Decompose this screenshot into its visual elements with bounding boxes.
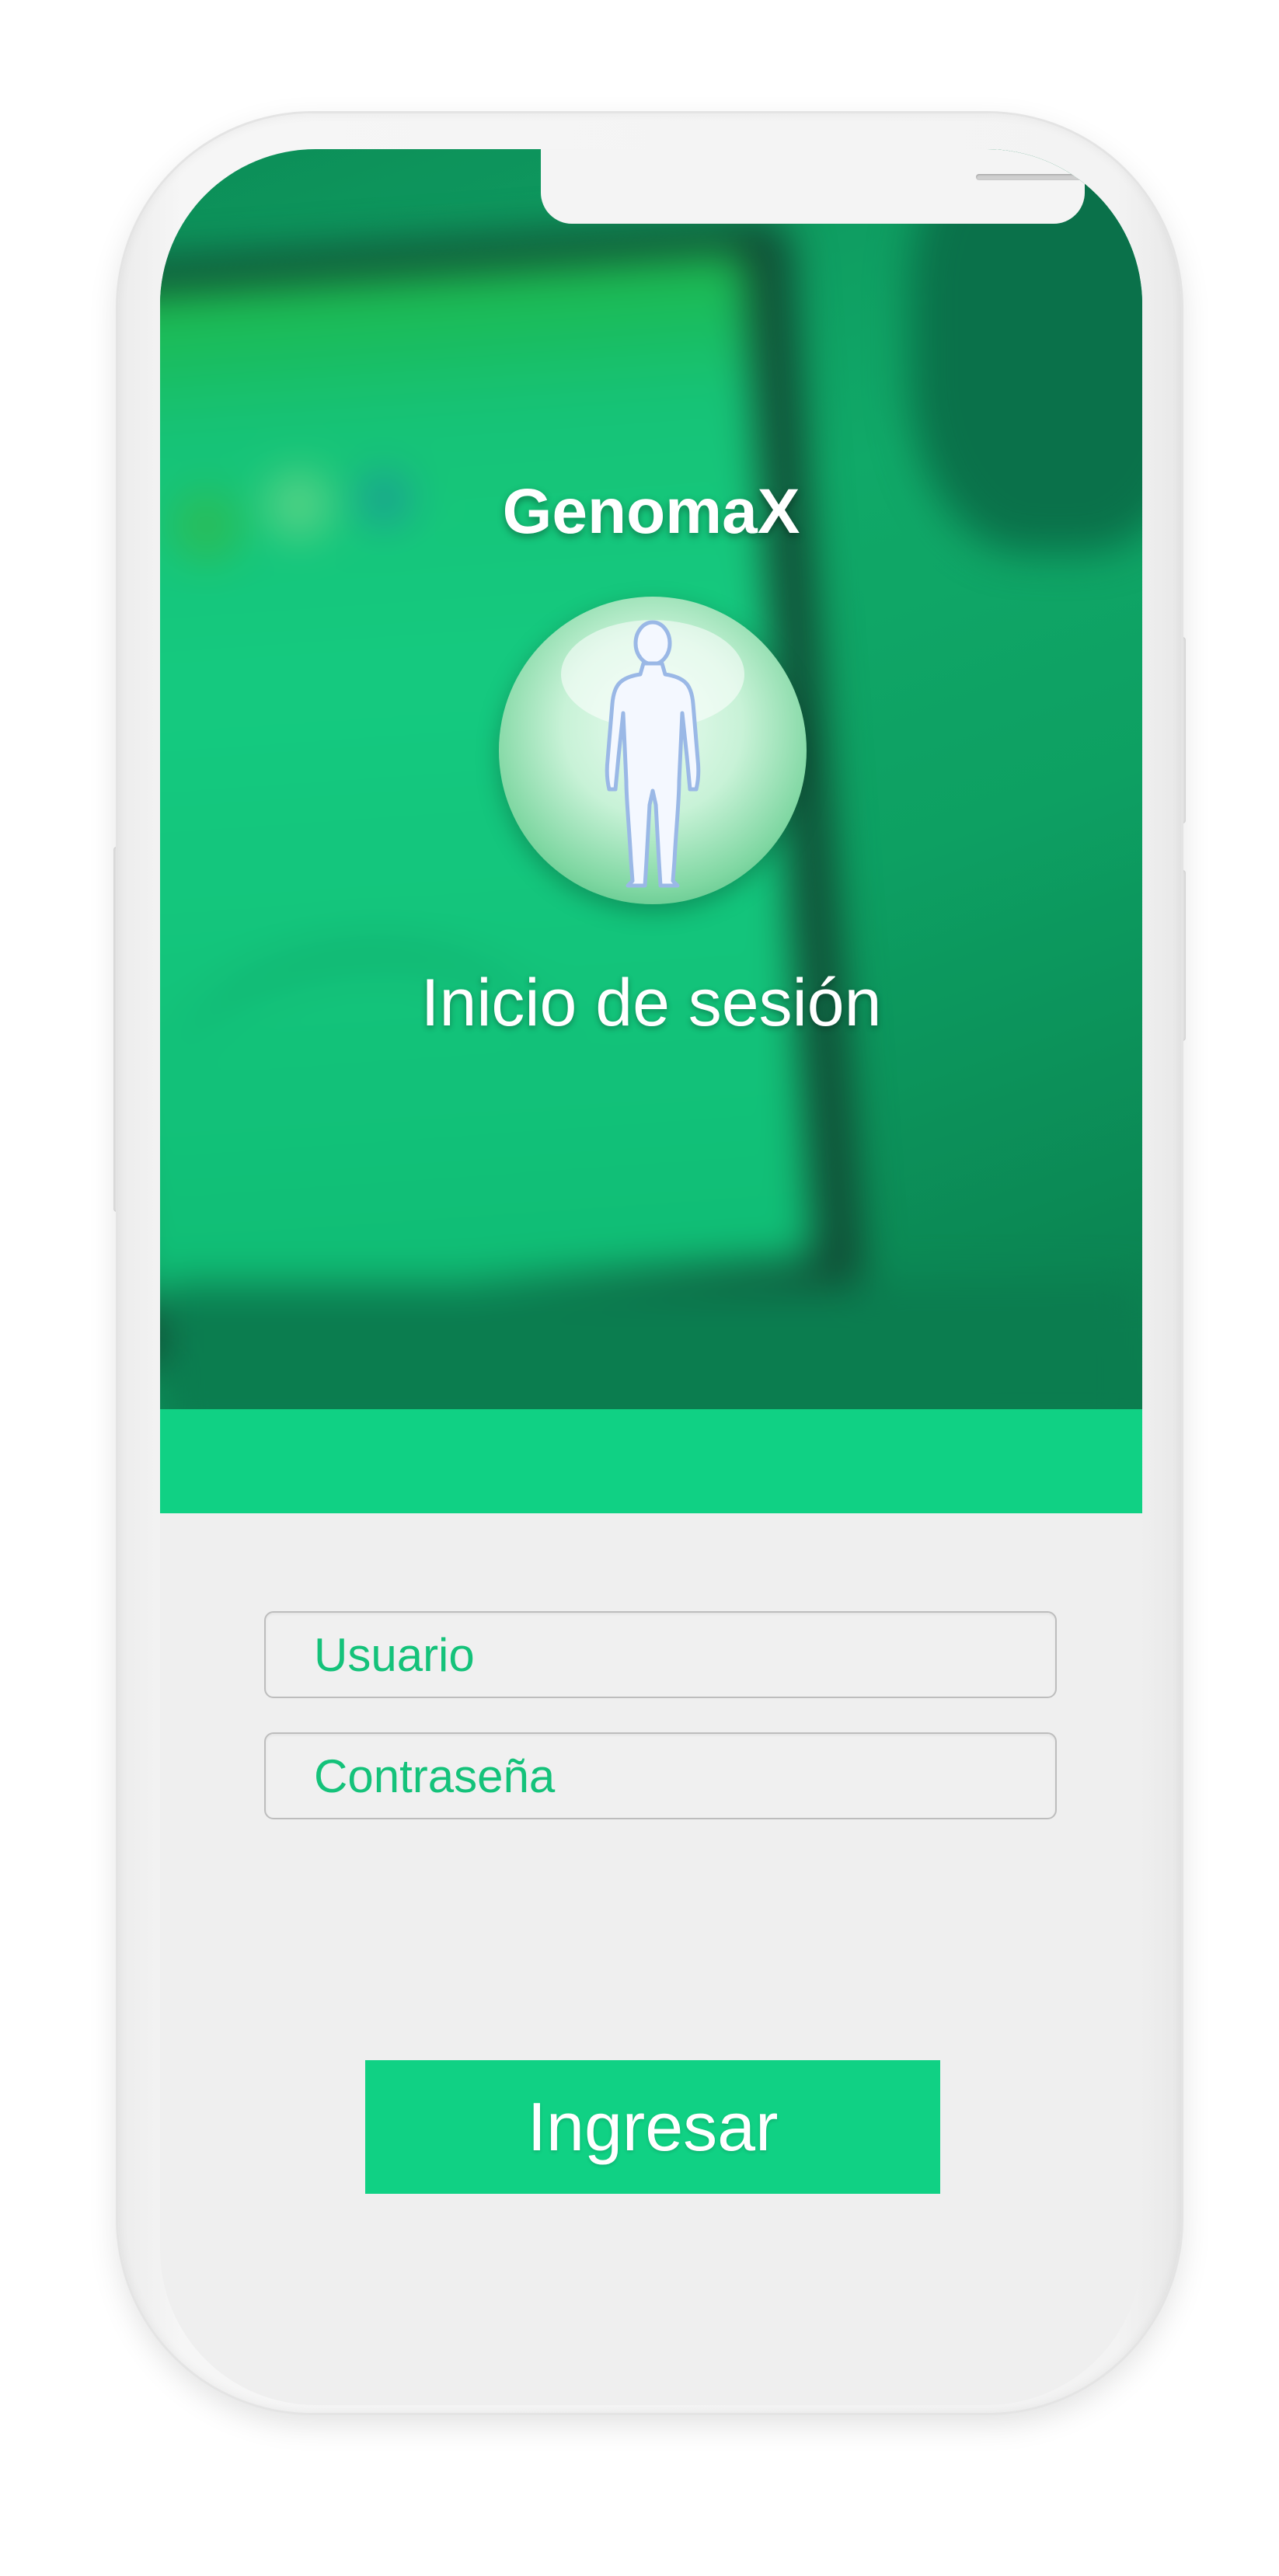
password-field[interactable] (264, 1732, 1057, 1819)
username-input[interactable] (266, 1613, 1055, 1697)
username-field[interactable] (264, 1611, 1057, 1698)
hero-banner: GenomaX Inicio de sesión (160, 149, 1142, 1409)
human-body-icon (499, 597, 807, 904)
device-mockup: GenomaX Inicio de sesión Ingresar (0, 0, 1279, 2576)
accent-band (160, 1409, 1142, 1513)
login-button[interactable]: Ingresar (365, 2060, 940, 2194)
password-input[interactable] (266, 1734, 1055, 1818)
app-title: GenomaX (502, 476, 800, 547)
speaker-grille (976, 174, 1093, 180)
phone-notch (541, 149, 1093, 224)
app-screen: GenomaX Inicio de sesión Ingresar (160, 149, 1142, 2405)
screen-title: Inicio de sesión (420, 966, 882, 1040)
